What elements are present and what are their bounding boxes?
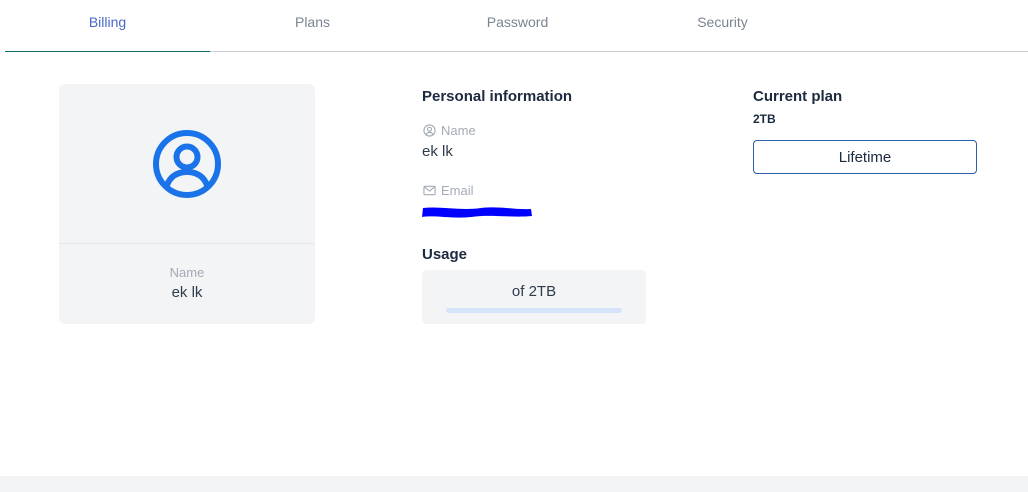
usage-text: of 2TB (511, 283, 557, 300)
usage-progress-bar (446, 308, 622, 313)
usage-box: of 2TB (422, 270, 646, 324)
name-field-label: Name (423, 123, 476, 138)
current-plan-title: Current plan (753, 88, 843, 105)
profile-card: Name ek lk (59, 84, 315, 324)
email-label-text: Email (441, 183, 474, 198)
profile-name-label: Name (169, 265, 205, 280)
user-circle-icon (153, 130, 221, 198)
email-field-label: Email (423, 183, 474, 198)
usage-title: Usage (422, 246, 468, 263)
tab-security[interactable]: Security (620, 0, 825, 52)
plan-lifetime-button[interactable]: Lifetime (753, 140, 977, 174)
personal-info-title: Personal information (422, 88, 573, 105)
name-value: ek lk (422, 143, 453, 160)
name-label-text: Name (441, 123, 476, 138)
email-redaction-mark (422, 207, 532, 218)
profile-meta: Name ek lk (59, 244, 315, 301)
footer-bar (0, 476, 1028, 492)
profile-name-value: ek lk (171, 284, 203, 301)
mail-icon (423, 185, 436, 196)
plan-size: 2TB (753, 112, 776, 126)
active-tab-indicator (5, 51, 210, 52)
user-icon (423, 124, 436, 137)
tab-bar: Billing Plans Password Security (5, 0, 1028, 52)
avatar-area (59, 84, 315, 244)
tab-password[interactable]: Password (415, 0, 620, 52)
tab-plans[interactable]: Plans (210, 0, 415, 52)
tab-billing[interactable]: Billing (5, 0, 210, 52)
